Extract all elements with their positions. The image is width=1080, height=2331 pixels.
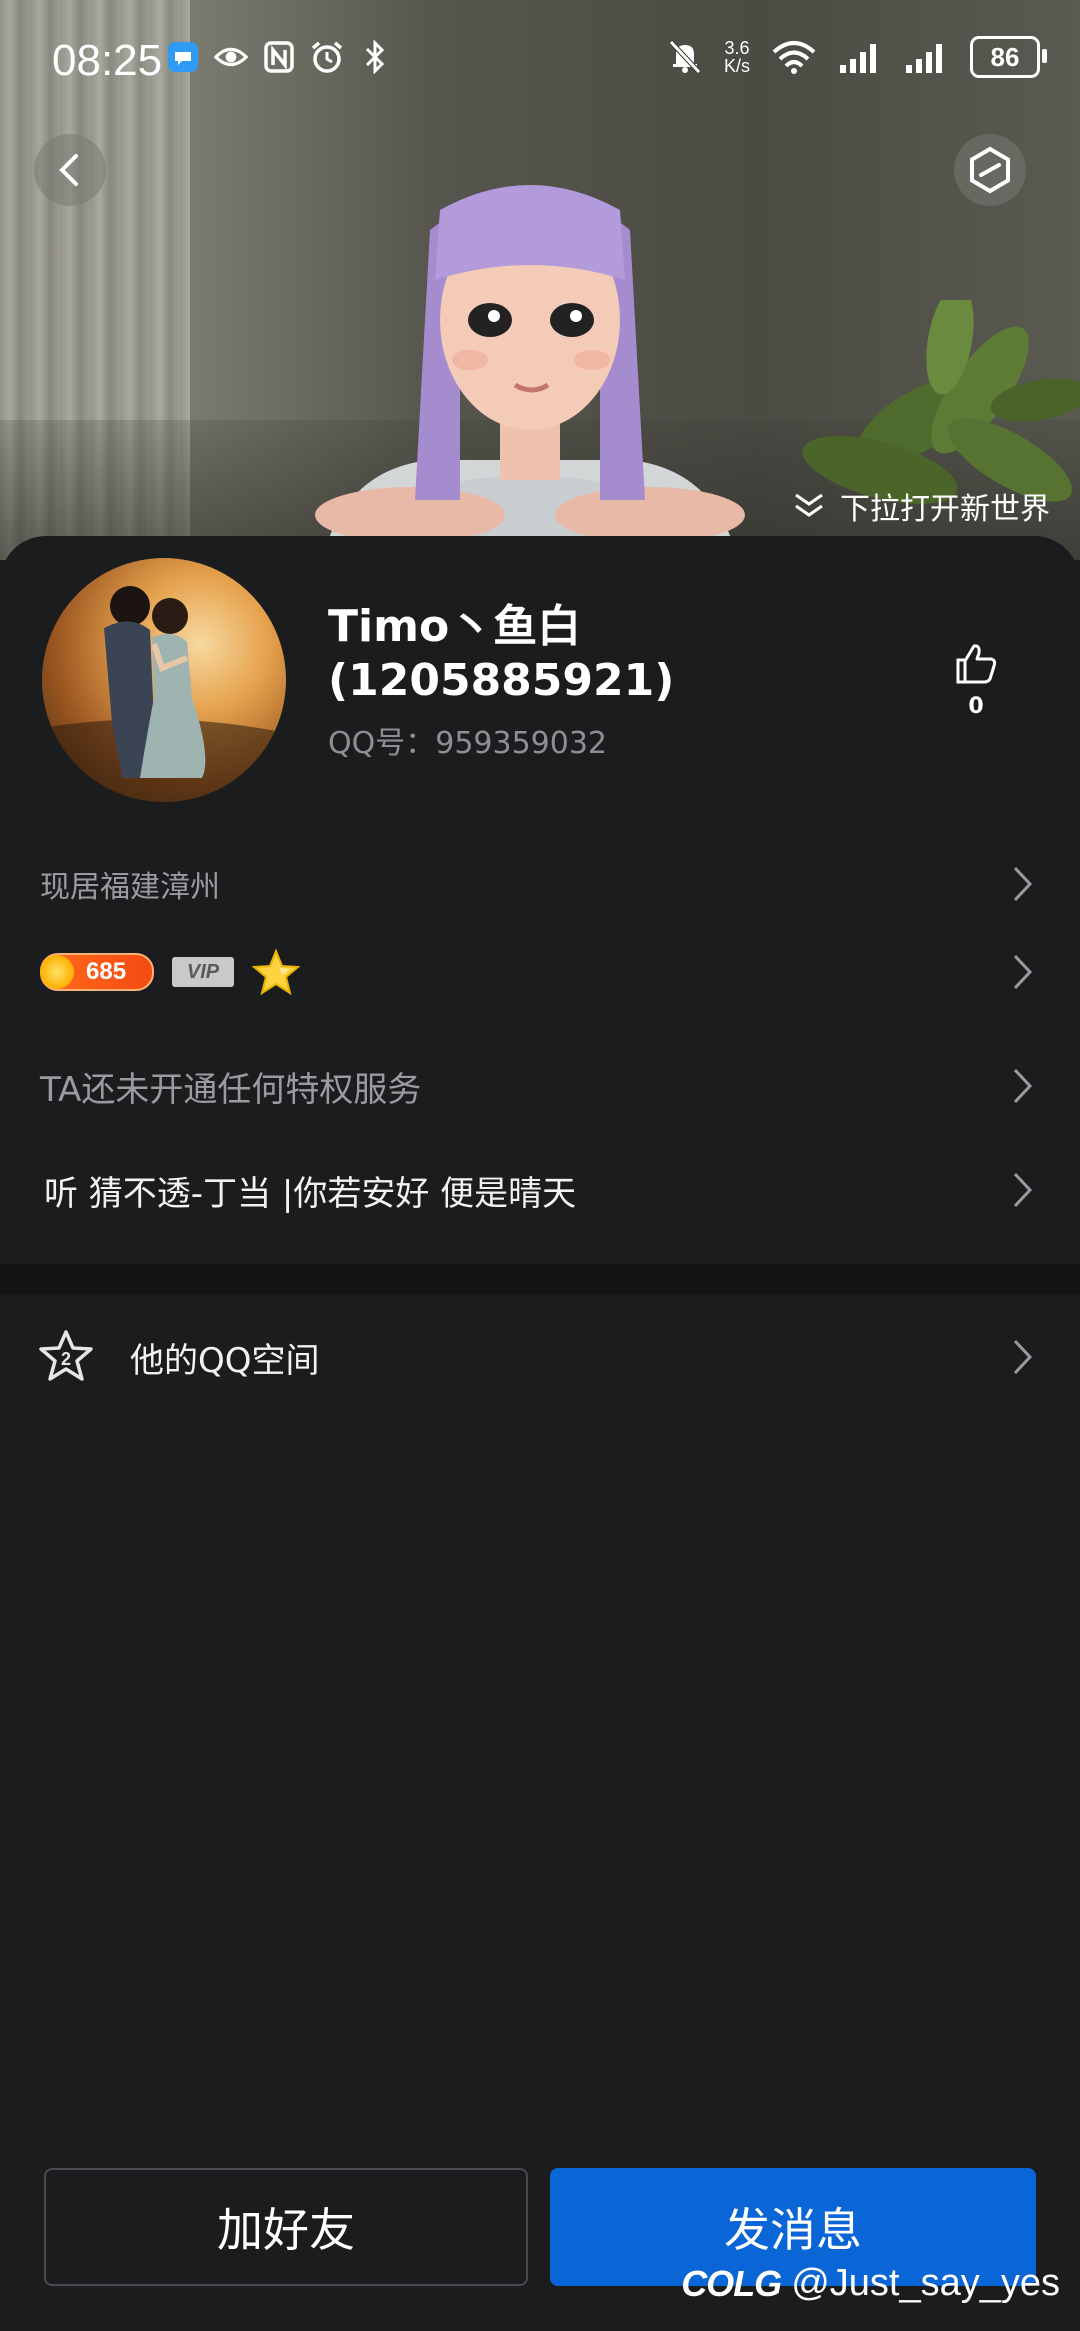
- hexagon-icon: [970, 146, 1010, 194]
- chevron-right-icon: [1013, 1339, 1033, 1375]
- qq-number: 959359032: [435, 726, 608, 761]
- nickname: Timo丶鱼白(1205885921): [328, 601, 675, 706]
- level-badge: 685: [40, 953, 154, 991]
- section-divider: [0, 1264, 1080, 1294]
- alarm-icon: [310, 40, 344, 74]
- pull-down-hint-text: 下拉打开新世界: [840, 492, 1050, 527]
- 3d-avatar-character[interactable]: [300, 170, 760, 560]
- status-time: 08:25: [52, 36, 163, 85]
- eye-icon: [214, 40, 248, 74]
- qzone-text: 他的QQ空间: [130, 1340, 320, 1381]
- double-chevron-down-icon: [795, 493, 823, 517]
- back-button[interactable]: [34, 134, 106, 206]
- nfc-icon: [262, 40, 296, 74]
- couple-photo: [42, 586, 286, 802]
- chevron-right-icon: [1013, 1068, 1033, 1104]
- level-number: 685: [86, 958, 127, 985]
- profile-cover-scene[interactable]: 08:25 3.6 K/s 86 下拉打开新世界: [0, 0, 1080, 560]
- battery-indicator: 86: [970, 36, 1047, 78]
- bluetooth-icon: [358, 40, 392, 74]
- privilege-row[interactable]: TA还未开通任何特权服务: [0, 1050, 1080, 1122]
- signal-icon: [838, 40, 882, 74]
- qq-number-line: QQ号：959359032: [328, 718, 607, 762]
- chevron-right-icon: [1013, 866, 1033, 902]
- like-count: 0: [968, 694, 984, 719]
- avatar-3d-button[interactable]: [954, 134, 1026, 206]
- mute-bell-icon: [668, 40, 702, 74]
- net-speed-value: 3.6: [724, 38, 750, 58]
- like-button[interactable]: 0: [946, 640, 1006, 719]
- message-app-icon: [166, 40, 200, 74]
- privilege-text: TA还未开通任何特权服务: [40, 1069, 422, 1110]
- qzone-row[interactable]: 2 他的QQ空间: [0, 1302, 1080, 1412]
- chevron-left-icon: [59, 154, 78, 186]
- qq-number-label: QQ号：: [328, 726, 436, 761]
- star-icon: [252, 949, 300, 995]
- location-text: 现居福建漳州: [40, 870, 220, 905]
- net-speed-unit: K/s: [723, 56, 750, 76]
- profile-card: Timo丶鱼白(1205885921) QQ号：959359032 0 现居福建…: [0, 536, 1080, 2331]
- signal-icon: [904, 40, 948, 74]
- sun-icon: [40, 955, 74, 989]
- watermark-logo: COLG: [681, 2262, 782, 2304]
- status-left-icons: [166, 40, 392, 74]
- signature-row[interactable]: 听 猜不透-丁当 |你若安好 便是晴天: [0, 1154, 1080, 1226]
- location-row[interactable]: 现居福建漳州: [0, 852, 1080, 916]
- signature-text: 听 猜不透-丁当 |你若安好 便是晴天: [44, 1173, 577, 1214]
- profile-avatar[interactable]: [42, 558, 286, 802]
- chevron-right-icon: [1013, 954, 1033, 990]
- status-bar: 08:25 3.6 K/s 86: [0, 0, 1080, 120]
- vip-badge: VIP: [172, 957, 234, 987]
- badges-row[interactable]: 685 VIP: [0, 940, 1080, 1004]
- badges: 685 VIP: [40, 949, 300, 995]
- qzone-icon-number: 2: [61, 1349, 71, 1369]
- wifi-icon: [772, 40, 816, 74]
- status-right-icons: 3.6 K/s 86: [668, 36, 1047, 78]
- qzone-star-icon: 2: [39, 1330, 93, 1381]
- thumbs-up-icon: [956, 644, 997, 684]
- net-speed: 3.6 K/s: [724, 39, 750, 75]
- add-friend-button[interactable]: 加好友: [44, 2168, 528, 2286]
- watermark: COLG @Just_say_yes: [681, 2262, 1060, 2305]
- chevron-right-icon: [1013, 1172, 1033, 1208]
- watermark-handle: @Just_say_yes: [791, 2262, 1060, 2304]
- pull-down-hint[interactable]: 下拉打开新世界: [792, 484, 1050, 528]
